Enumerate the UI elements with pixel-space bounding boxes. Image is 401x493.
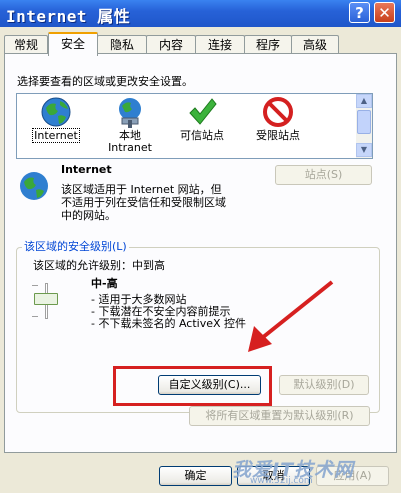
zone-restricted-sites[interactable]: 受限站点 — [243, 94, 313, 142]
zone-trusted-sites[interactable]: 可信站点 — [167, 94, 237, 142]
annotation-arrow — [248, 280, 334, 352]
tab-privacy[interactable]: 隐私 — [97, 35, 147, 54]
tab-general[interactable]: 常规 — [4, 35, 48, 54]
zone-trusted-label: 可信站点 — [180, 129, 224, 142]
tab-connections[interactable]: 连接 — [195, 35, 245, 54]
scroll-thumb[interactable] — [357, 110, 371, 134]
zone-local-intranet[interactable]: 本地 Intranet — [95, 94, 165, 154]
tab-programs[interactable]: 程序 — [244, 35, 292, 54]
globe-icon — [40, 96, 72, 128]
network-globe-icon — [114, 96, 146, 128]
watermark-url: www.52ij.com — [250, 476, 313, 486]
zones-prompt: 选择要查看的区域或更改安全设置。 — [17, 75, 193, 88]
zone-restricted-label: 受限站点 — [256, 129, 300, 142]
zone-list-scrollbar[interactable]: ▲ ▼ — [356, 94, 372, 158]
scroll-down-button[interactable]: ▼ — [356, 143, 372, 157]
ok-button[interactable]: 确定 — [159, 466, 232, 486]
window-title: Internet 属性 — [6, 7, 131, 26]
tab-content[interactable]: 内容 — [146, 35, 196, 54]
security-level-legend: 该区域的安全级别(L) — [22, 238, 129, 254]
scroll-up-button[interactable]: ▲ — [356, 94, 372, 108]
tab-security[interactable]: 安全 — [48, 32, 98, 56]
reset-all-zones-button[interactable]: 将所有区域重置为默认级别(R) — [189, 406, 370, 426]
allowed-level-text: 该区域的允许级别：中到高 — [33, 259, 165, 272]
zone-list: Internet 本地 Intranet 可信站点 受限站点 ▲ ▼ — [16, 93, 373, 159]
tab-advanced[interactable]: 高级 — [291, 35, 339, 54]
default-level-button[interactable]: 默认级别(D) — [279, 375, 369, 395]
zone-detail-title: Internet — [61, 163, 112, 176]
zone-detail-desc-line3: 中的网站。 — [61, 209, 116, 222]
close-button[interactable]: ✕ — [374, 2, 395, 23]
slider-tick — [32, 285, 38, 286]
help-button[interactable]: ? — [349, 2, 370, 23]
level-name: 中-高 — [91, 277, 118, 290]
level-bullet: - 不下载未签名的 ActiveX 控件 — [91, 317, 247, 330]
title-bar: Internet 属性 ? ✕ — [0, 0, 401, 27]
security-slider-thumb[interactable] — [34, 293, 58, 305]
slider-tick — [32, 316, 38, 317]
annotation-highlight-box — [113, 366, 272, 406]
checkmark-icon — [186, 96, 218, 128]
zone-local-label-2: Intranet — [108, 141, 152, 154]
no-entry-icon — [262, 96, 294, 128]
zone-internet[interactable]: Internet — [21, 94, 91, 143]
zone-detail-globe-icon — [18, 170, 50, 202]
sites-button[interactable]: 站点(S) — [275, 165, 372, 185]
zone-internet-label: Internet — [32, 128, 80, 143]
